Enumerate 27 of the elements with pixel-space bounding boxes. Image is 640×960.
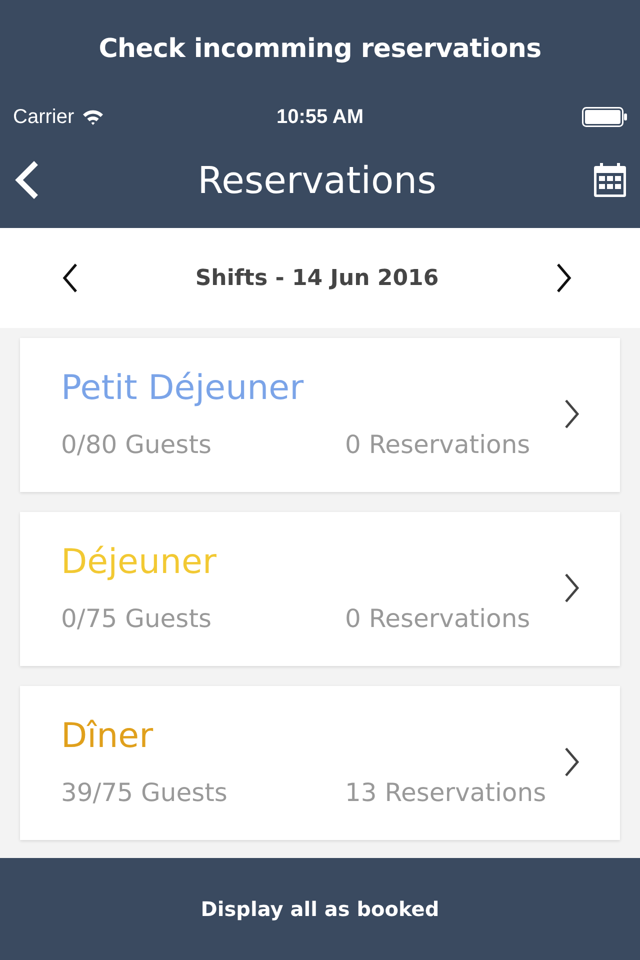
back-chevron-icon: [14, 160, 40, 200]
screen-title: Reservations: [198, 158, 436, 202]
date-label: Shifts - 14 Jun 2016: [195, 266, 439, 290]
guest-count: 39/75 Guests: [61, 778, 228, 808]
calendar-icon: [594, 163, 626, 197]
guest-count: 0/80 Guests: [61, 430, 213, 460]
right-chevron-icon: [564, 573, 580, 603]
carrier-label: Carrier: [13, 106, 74, 128]
right-chevron-icon: [564, 399, 580, 429]
reservation-count: 0 Reservations: [345, 604, 530, 634]
shift-name: Dîner: [61, 718, 154, 754]
shift-name: Déjeuner: [61, 544, 216, 580]
status-time: 10:55 AM: [276, 106, 364, 128]
wifi-icon: [82, 109, 104, 125]
right-chevron-icon: [564, 747, 580, 777]
shift-card[interactable]: Dîner 39/75 Guests 13 Reservations: [20, 686, 620, 840]
battery-icon: [582, 107, 628, 127]
guest-count: 0/75 Guests: [61, 604, 213, 634]
banner-title: Check incomming reservations: [98, 34, 542, 64]
previous-day-button[interactable]: [60, 261, 80, 295]
shift-card[interactable]: Déjeuner 0/75 Guests 0 Reservations: [20, 512, 620, 666]
reservation-count: 0 Reservations: [345, 430, 530, 460]
reservation-count: 13 Reservations: [345, 778, 546, 808]
shift-card[interactable]: Petit Déjeuner 0/80 Guests 0 Reservations: [20, 338, 620, 492]
right-chevron-icon: [556, 263, 572, 293]
left-chevron-icon: [62, 263, 78, 293]
shift-name: Petit Déjeuner: [61, 370, 304, 406]
